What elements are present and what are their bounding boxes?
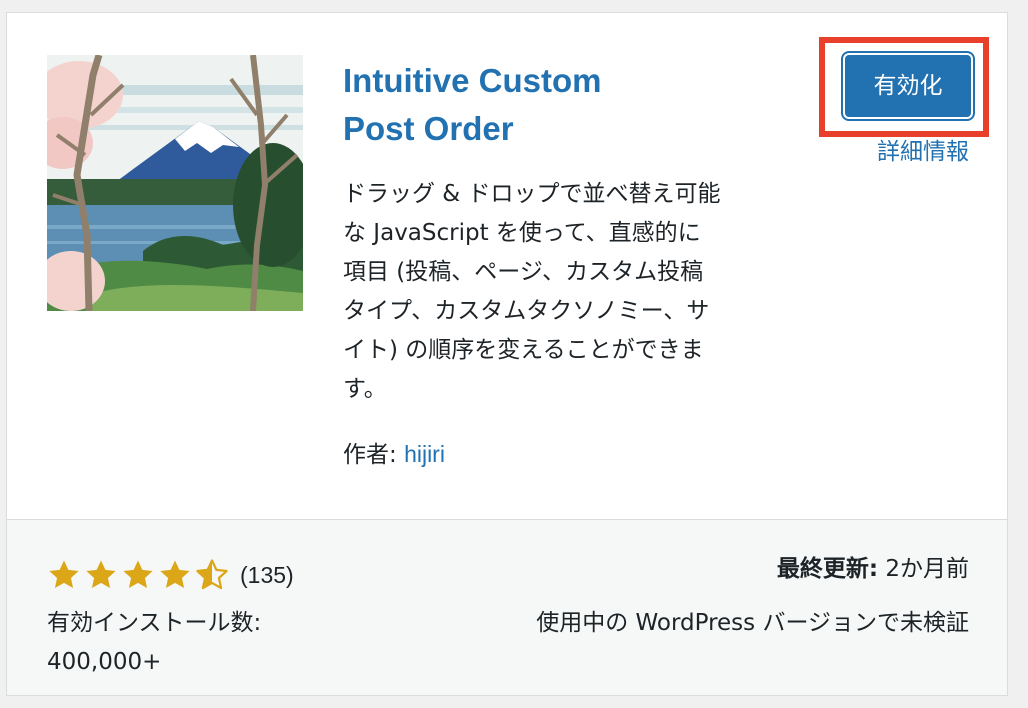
mount-fuji-icon <box>47 55 303 311</box>
activate-button[interactable]: 有効化 <box>841 51 975 121</box>
installs-label: 有効インストール数: <box>47 610 262 636</box>
author-label: 作者: <box>343 442 397 468</box>
more-details-link[interactable]: 詳細情報 <box>877 135 969 169</box>
last-updated-label: 最終更新: <box>776 556 879 582</box>
plugin-title[interactable]: Intuitive Custom Post Order <box>343 57 673 153</box>
last-updated-value: 2か月前 <box>885 556 969 582</box>
plugin-card: Intuitive Custom Post Order ドラッグ & ドロップで… <box>6 12 1008 696</box>
plugin-description: ドラッグ & ドロップで並べ替え可能な JavaScript を使って、直感的に… <box>343 181 721 402</box>
plugin-card-top: Intuitive Custom Post Order ドラッグ & ドロップで… <box>7 13 1007 520</box>
active-installs: 有効インストール数: 400,000+ <box>47 604 347 682</box>
compatibility-status: 使用中の WordPress バージョンで未検証 <box>536 610 969 636</box>
rating-count: (135) <box>240 561 294 588</box>
plugin-card-bottom: (135) 有効インストール数: 400,000+ 最終更新: 2か月前 使用中… <box>7 519 1007 695</box>
star-rating: (135) <box>47 558 294 592</box>
star-filled-icon <box>86 560 116 589</box>
last-updated: 最終更新: 2か月前 <box>777 550 969 588</box>
star-filled-icon <box>49 560 79 589</box>
plugin-thumbnail[interactable] <box>47 55 303 311</box>
plugin-author: 作者: hijiri <box>343 435 445 475</box>
installs-value: 400,000+ <box>47 649 162 675</box>
author-link[interactable]: hijiri <box>404 441 445 467</box>
star-half-icon <box>196 559 228 590</box>
star-filled-icon <box>123 560 153 589</box>
star-filled-icon <box>160 560 190 589</box>
